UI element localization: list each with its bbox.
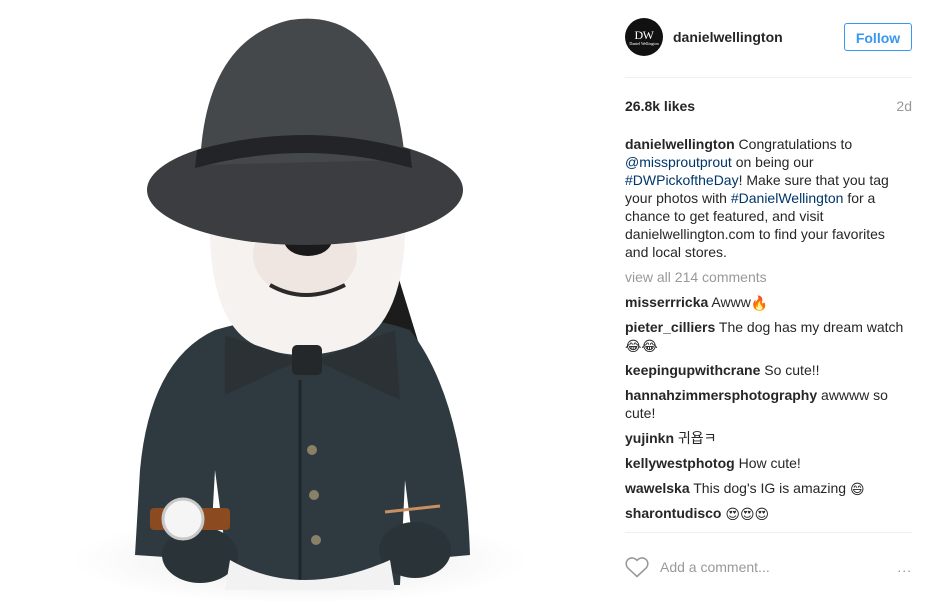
comment-username[interactable]: yujinkn xyxy=(625,430,674,446)
header-divider xyxy=(625,77,912,78)
comment-username[interactable]: kellywestphotog xyxy=(625,455,735,471)
comment-text: 귀욥ㅋ xyxy=(674,430,717,446)
comment-text: Awww xyxy=(708,294,751,310)
post-timestamp[interactable]: 2d xyxy=(896,98,912,114)
comments-divider xyxy=(625,532,912,533)
comment-item: yujinkn 귀욥ㅋ xyxy=(625,429,912,447)
comment-username[interactable]: sharontudisco xyxy=(625,505,721,521)
likes-count[interactable]: 26.8k likes xyxy=(625,98,695,114)
add-comment-input[interactable]: Add a comment... xyxy=(660,558,770,576)
avatar-brand-text: Daniel Wellington xyxy=(629,41,659,46)
comments-section: danielwellington Congratulations to @mis… xyxy=(625,135,912,522)
post-sidebar: DW Daniel Wellington danielwellington Fo… xyxy=(625,0,912,601)
caption-text: Congratulations to xyxy=(734,136,853,152)
ellipsis-icon[interactable]: ... xyxy=(897,558,912,576)
comment-username[interactable]: pieter_cilliers xyxy=(625,319,715,335)
comment-username[interactable]: misserrricka xyxy=(625,294,708,310)
profile-username-link[interactable]: danielwellington xyxy=(673,29,783,45)
comment-item: kellywestphotog How cute! xyxy=(625,454,912,472)
comment-item: wawelska This dog's IG is amazing 😄 xyxy=(625,479,912,497)
caption-text: on being our xyxy=(731,154,814,170)
comment-username[interactable]: wawelska xyxy=(625,480,690,496)
dog-photo-illustration xyxy=(0,0,600,601)
caption-username[interactable]: danielwellington xyxy=(625,136,735,152)
avatar-monogram: DW xyxy=(634,28,655,42)
comment-username[interactable]: keepingupwithcrane xyxy=(625,362,760,378)
post-caption: danielwellington Congratulations to @mis… xyxy=(625,135,912,261)
comment-text: This dog's IG is amazing xyxy=(689,480,850,496)
comment-item: misserrricka Awww🔥 xyxy=(625,293,912,311)
comment-item: pieter_cilliers The dog has my dream wat… xyxy=(625,318,912,354)
follow-button[interactable]: Follow xyxy=(844,23,912,51)
comment-item: hannahzimmersphotography awwww so cute! xyxy=(625,386,912,422)
view-all-comments-link[interactable]: view all 214 comments xyxy=(625,268,912,286)
comment-text: How cute! xyxy=(734,455,801,471)
caption-mention-link[interactable]: @missproutprout xyxy=(625,154,732,170)
post-header: DW Daniel Wellington danielwellington Fo… xyxy=(625,18,912,60)
caption-hashtag-link[interactable]: #DanielWellington xyxy=(731,190,844,206)
grinning-emoji-icon: 😄 xyxy=(849,481,865,497)
heart-outline-icon[interactable] xyxy=(625,556,649,578)
comment-text: So cute!! xyxy=(760,362,820,378)
post-photo[interactable] xyxy=(0,0,600,601)
fire-emoji-icon: 🔥 xyxy=(750,295,769,311)
instagram-post: DW Daniel Wellington danielwellington Fo… xyxy=(0,0,936,601)
laughing-emoji-icon: 😂😂 xyxy=(625,338,658,354)
comment-item: sharontudisco 😍😍😍 xyxy=(625,504,912,522)
heart-eyes-emoji-icon: 😍😍😍 xyxy=(725,506,770,522)
profile-avatar[interactable]: DW Daniel Wellington xyxy=(625,18,663,56)
comment-text: The dog has my dream watch xyxy=(715,319,904,335)
comment-item: keepingupwithcrane So cute!! xyxy=(625,361,912,379)
comment-username[interactable]: hannahzimmersphotography xyxy=(625,387,817,403)
caption-hashtag-link[interactable]: #DWPickoftheDay xyxy=(625,172,739,188)
